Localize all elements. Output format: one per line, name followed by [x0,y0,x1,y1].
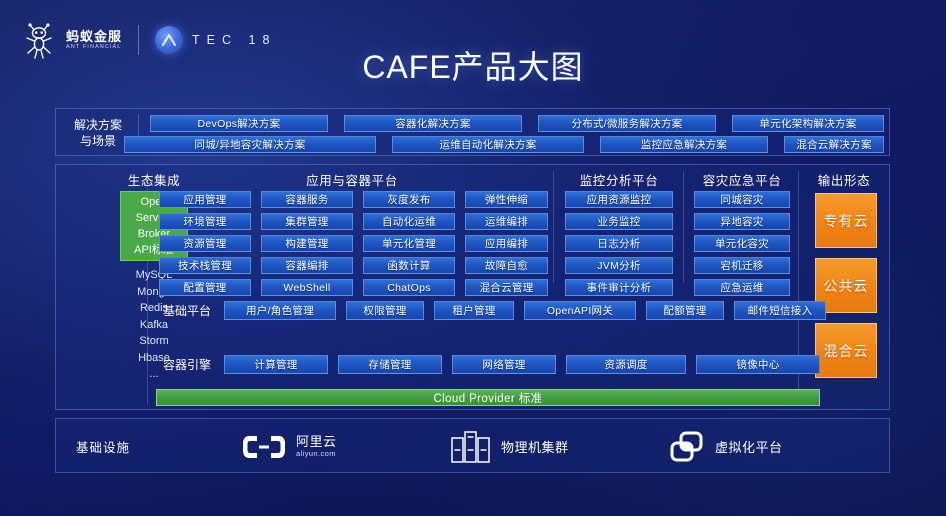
app-item-automated-ops[interactable]: 自动化运维 [363,213,455,230]
dr-item-emergency-ops[interactable]: 应急运维 [694,279,790,296]
app-item-application-mgmt[interactable]: 应用管理 [159,191,251,208]
solutions-panel: 解决方案 与场景 DevOps解决方案 容器化解决方案 分布式/微服务解决方案 … [55,108,890,156]
page-title: CAFE产品大图 [362,49,584,85]
app-item-app-orchestration[interactable]: 应用编排 [465,235,548,252]
solutions-label-line1: 解决方案 [73,118,122,132]
solutions-label: 解决方案 与场景 [64,115,132,151]
vmware-squares-icon [670,431,703,461]
server-rack-icon [451,430,490,463]
app-item-hybrid-cloud-mgmt[interactable]: 混合云管理 [465,279,548,296]
dr-item-unitized[interactable]: 单元化容灾 [694,235,790,252]
dr-item-remote[interactable]: 异地容灾 [694,213,790,230]
engine-item-compute-mgmt[interactable]: 计算管理 [224,355,328,374]
cloud-provider-standard-bar: Cloud Provider 标准 [156,389,820,406]
infrastructure-panel: 基础设施 阿里云 aliyun.com 物理机集群 虚拟化平台 [55,418,890,473]
divider-monitor-left [553,171,554,283]
infra-physical-cluster-name: 物理机集群 [501,440,569,455]
solution-ops-automation[interactable]: 运维自动化解决方案 [392,136,584,153]
solution-disaster-recovery[interactable]: 同城/异地容灾解决方案 [124,136,376,153]
divider-dr-left [683,171,684,283]
app-item-gray-release[interactable]: 灰度发布 [363,191,455,208]
solution-hybrid-cloud[interactable]: 混合云解决方案 [784,136,884,153]
monitor-item-business[interactable]: 业务监控 [565,213,673,230]
output-forms-title: 输出形态 [817,173,871,188]
solution-devops[interactable]: DevOps解决方案 [150,115,328,132]
infra-aliyun-sub: aliyun.com [296,448,336,458]
app-platform-title: 应用与容器平台 [306,173,398,188]
app-item-unitization-mgmt[interactable]: 单元化管理 [363,235,455,252]
app-item-container-orchestration[interactable]: 容器编排 [261,257,353,274]
monitor-item-log[interactable]: 日志分析 [565,235,673,252]
app-item-container-service[interactable]: 容器服务 [261,191,353,208]
infra-item-aliyun[interactable]: 阿里云 aliyun.com [241,419,337,474]
aliyun-logo-icon [243,435,285,458]
monitor-platform-title: 监控分析平台 [579,173,659,188]
engine-item-image-center[interactable]: 镜像中心 [696,355,820,374]
base-item-openapi-gateway[interactable]: OpenAPI网关 [524,301,636,320]
app-item-chatops[interactable]: ChatOps [363,279,455,296]
engine-item-network-mgmt[interactable]: 网络管理 [452,355,556,374]
app-item-elastic-scaling[interactable]: 弹性伸缩 [465,191,548,208]
output-form-hybrid-cloud[interactable]: 混合云 [815,323,877,378]
solutions-label-line2: 与场景 [79,134,116,148]
app-item-webshell[interactable]: WebShell [261,279,353,296]
engine-item-storage-mgmt[interactable]: 存储管理 [338,355,442,374]
app-item-self-healing[interactable]: 故障自愈 [465,257,548,274]
base-item-email-sms[interactable]: 邮件短信接入 [734,301,826,320]
app-item-cluster-mgmt[interactable]: 集群管理 [261,213,353,230]
architecture-panel: 生态集成 Open Service Broker API标准 MySQL Mon… [55,164,890,410]
app-item-function-compute[interactable]: 函数计算 [363,257,455,274]
solution-monitor-emergency[interactable]: 监控应急解决方案 [600,136,768,153]
infra-aliyun-name: 阿里云 [296,433,337,449]
base-item-tenant-mgmt[interactable]: 租户管理 [434,301,514,320]
app-item-build-mgmt[interactable]: 构建管理 [261,235,353,252]
infra-item-virtualization[interactable]: 虚拟化平台 [668,419,783,474]
dr-item-same-city[interactable]: 同城容灾 [694,191,790,208]
base-item-permission-mgmt[interactable]: 权限管理 [346,301,424,320]
infra-virtualization-name: 虚拟化平台 [715,440,783,455]
monitor-item-audit[interactable]: 事件审计分析 [565,279,673,296]
brand-name-cn: 蚂蚁金服 [66,28,123,44]
solution-containerization[interactable]: 容器化解决方案 [344,115,522,132]
infrastructure-label: 基础设施 [76,441,131,455]
base-item-quota-mgmt[interactable]: 配额管理 [646,301,724,320]
app-item-techstack-mgmt[interactable]: 技术栈管理 [159,257,251,274]
dr-item-crash-migrate[interactable]: 宕机迁移 [694,257,790,274]
container-engine-label: 容器引擎 [162,357,211,372]
base-item-user-role-mgmt[interactable]: 用户/角色管理 [224,301,336,320]
app-item-ops-orchestration[interactable]: 运维编排 [465,213,548,230]
dr-platform-title: 容灾应急平台 [702,173,782,188]
slide-header: 蚂蚁金服 ANT FINANCIAL TEC 18 CAFE产品大图 [0,0,946,104]
engine-item-resource-schedule[interactable]: 资源调度 [566,355,686,374]
monitor-item-jvm[interactable]: JVM分析 [565,257,673,274]
solution-unitized-arch[interactable]: 单元化架构解决方案 [732,115,884,132]
solution-microservices[interactable]: 分布式/微服务解决方案 [538,115,716,132]
output-form-private-cloud[interactable]: 专有云 [815,193,877,248]
slide-root: 蚂蚁金服 ANT FINANCIAL TEC 18 CAFE产品大图 解决方案 … [0,0,946,516]
base-platform-label: 基础平台 [162,303,211,318]
monitor-item-resource[interactable]: 应用资源监控 [565,191,673,208]
app-item-resource-mgmt[interactable]: 资源管理 [159,235,251,252]
infra-item-physical-cluster[interactable]: 物理机集群 [450,419,569,474]
app-item-environment-mgmt[interactable]: 环境管理 [159,213,251,230]
